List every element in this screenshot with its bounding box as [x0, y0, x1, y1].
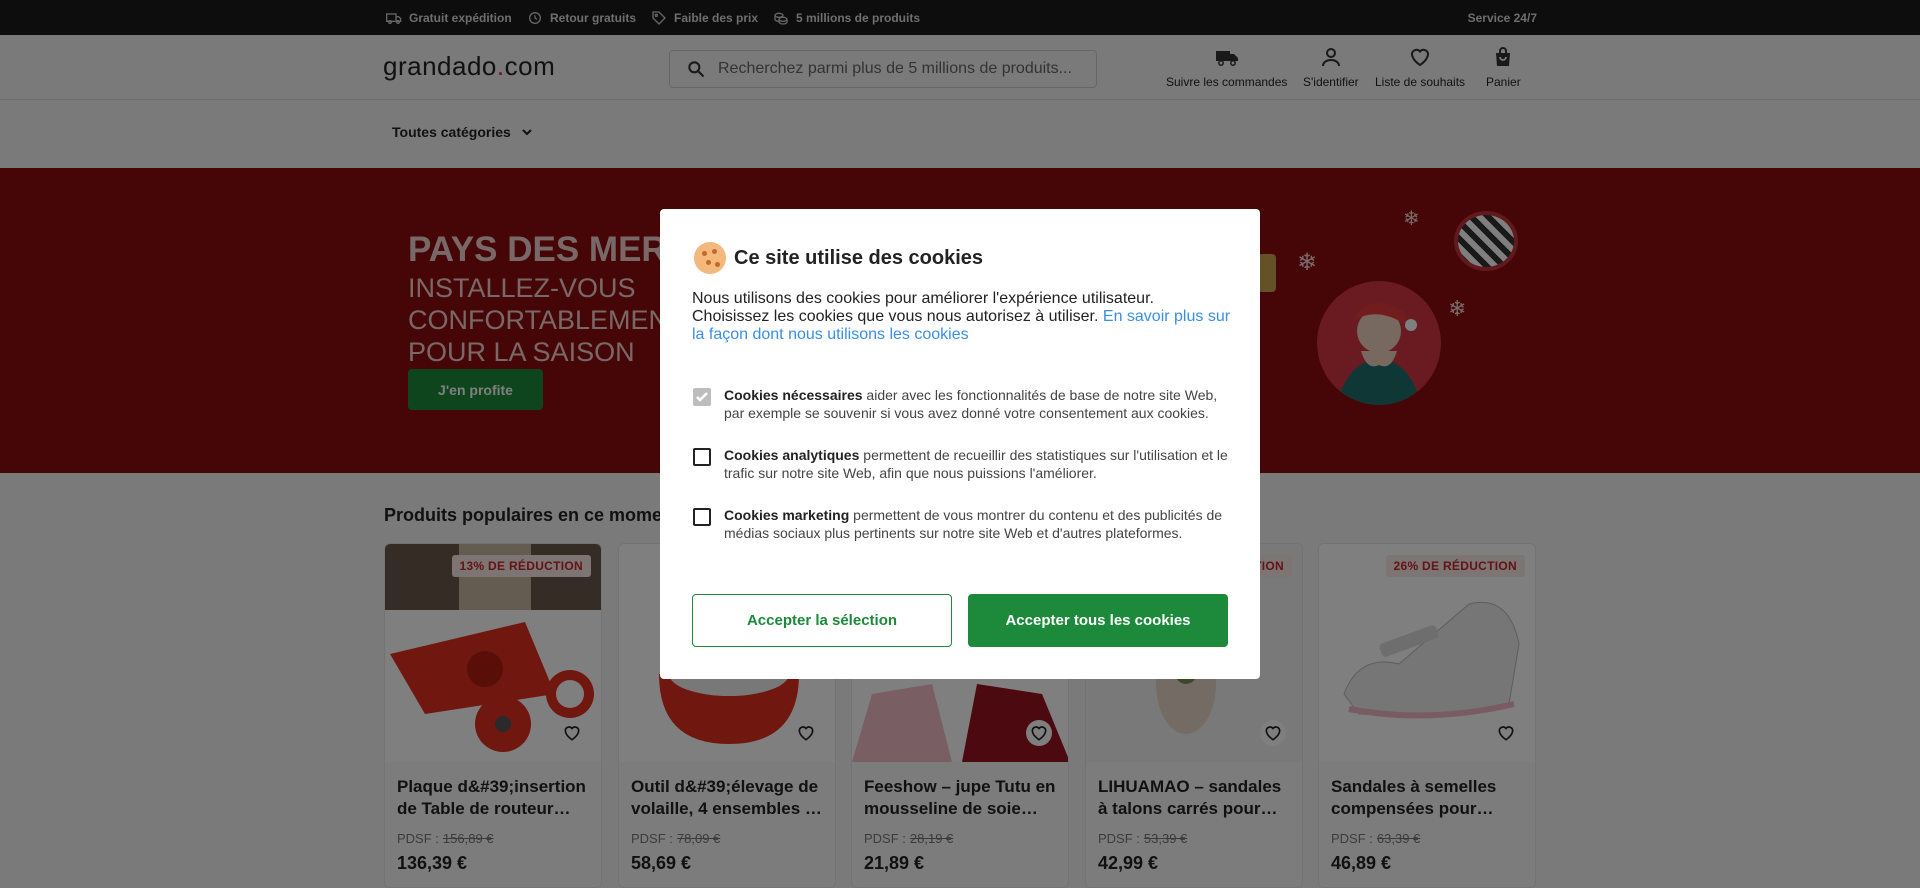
option-text: Cookies marketing permettent de vous mon… [724, 506, 1232, 542]
accept-selection-button[interactable]: Accepter la sélection [692, 594, 952, 647]
intro-text: Nous utilisons des cookies pour améliore… [692, 290, 1154, 325]
marketing-checkbox[interactable] [693, 508, 711, 526]
analytics-checkbox[interactable] [693, 448, 711, 466]
option-name: Cookies nécessaires [724, 387, 863, 403]
accept-all-cookies-button[interactable]: Accepter tous les cookies [968, 594, 1228, 647]
dialog-intro: Nous utilisons des cookies pour améliore… [692, 290, 1232, 344]
option-text: Cookies analytiques permettent de recuei… [724, 446, 1232, 482]
check-icon [696, 392, 708, 402]
cookie-icon [694, 242, 726, 274]
option-text: Cookies nécessaires aider avec les fonct… [724, 386, 1232, 422]
cookie-consent-dialog: Ce site utilise des cookies Nous utiliso… [660, 209, 1260, 679]
necessary-checkbox [693, 388, 711, 406]
dialog-title: Ce site utilise des cookies [734, 247, 983, 269]
option-name: Cookies marketing [724, 507, 850, 523]
option-name: Cookies analytiques [724, 447, 860, 463]
